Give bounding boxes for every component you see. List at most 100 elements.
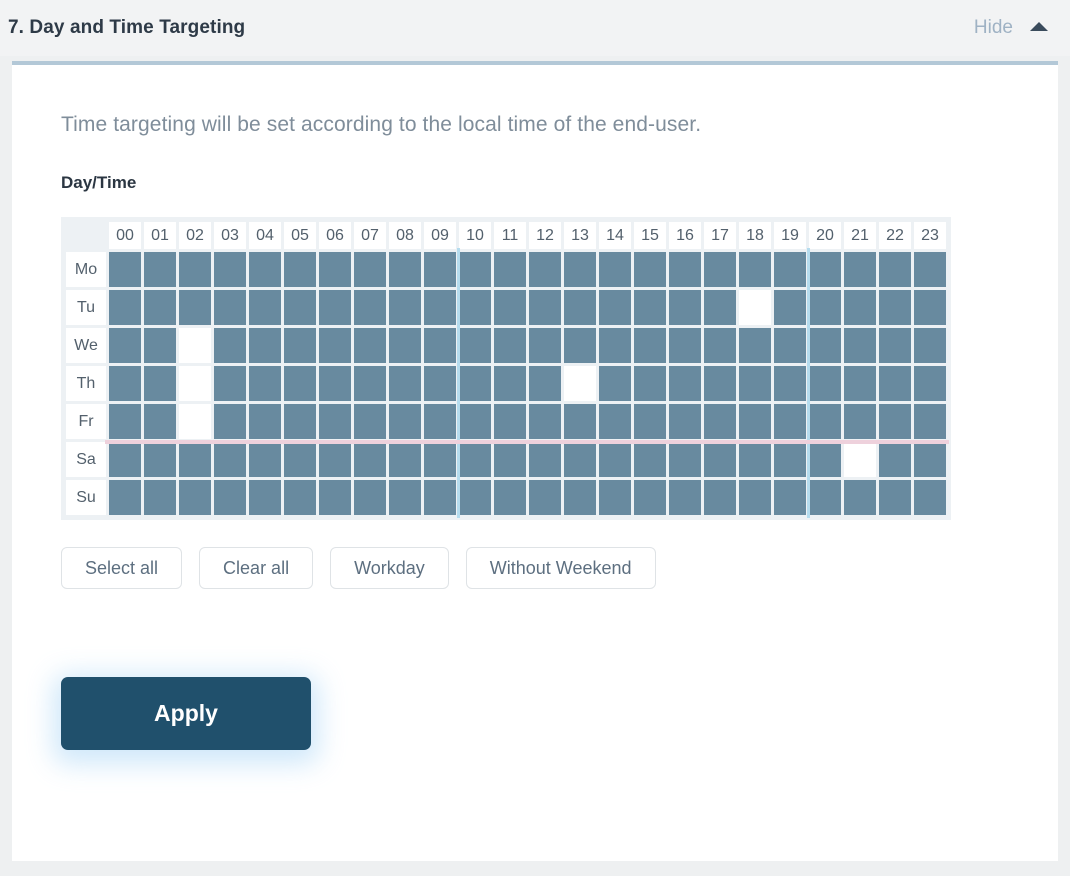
grid-cell-fr-22[interactable] (879, 404, 911, 439)
grid-cell-th-22[interactable] (879, 366, 911, 401)
grid-cell-sa-22[interactable] (879, 442, 911, 477)
grid-cell-th-13[interactable] (564, 366, 596, 401)
grid-cell-sa-09[interactable] (424, 442, 456, 477)
grid-cell-sa-17[interactable] (704, 442, 736, 477)
grid-cell-we-07[interactable] (354, 328, 386, 363)
grid-cell-tu-21[interactable] (844, 290, 876, 325)
grid-cell-su-20[interactable] (809, 480, 841, 515)
grid-cell-fr-01[interactable] (144, 404, 176, 439)
grid-cell-fr-05[interactable] (284, 404, 316, 439)
hour-header-02[interactable]: 02 (179, 222, 211, 249)
grid-cell-fr-12[interactable] (529, 404, 561, 439)
grid-cell-fr-00[interactable] (109, 404, 141, 439)
grid-cell-fr-17[interactable] (704, 404, 736, 439)
grid-cell-we-09[interactable] (424, 328, 456, 363)
grid-cell-su-03[interactable] (214, 480, 246, 515)
grid-cell-th-20[interactable] (809, 366, 841, 401)
grid-cell-tu-03[interactable] (214, 290, 246, 325)
grid-cell-mo-03[interactable] (214, 252, 246, 287)
grid-cell-fr-19[interactable] (774, 404, 806, 439)
grid-cell-tu-11[interactable] (494, 290, 526, 325)
grid-cell-th-21[interactable] (844, 366, 876, 401)
grid-cell-we-06[interactable] (319, 328, 351, 363)
grid-cell-we-21[interactable] (844, 328, 876, 363)
clear-all-button[interactable]: Clear all (199, 547, 314, 589)
hour-header-04[interactable]: 04 (249, 222, 281, 249)
grid-cell-su-22[interactable] (879, 480, 911, 515)
grid-cell-we-02[interactable] (179, 328, 211, 363)
day-time-grid-table[interactable]: 00 01 02 03 04 05 06 07 08 09 10 11 12 13 14 15 16 17 18 19… (63, 219, 949, 518)
grid-cell-we-20[interactable] (809, 328, 841, 363)
grid-cell-sa-21[interactable] (844, 442, 876, 477)
grid-cell-th-03[interactable] (214, 366, 246, 401)
hour-header-21[interactable]: 21 (844, 222, 876, 249)
grid-cell-sa-14[interactable] (599, 442, 631, 477)
hour-header-19[interactable]: 19 (774, 222, 806, 249)
day-header-mo[interactable]: Mo (66, 252, 106, 287)
grid-cell-tu-08[interactable] (389, 290, 421, 325)
grid-cell-mo-05[interactable] (284, 252, 316, 287)
grid-cell-su-18[interactable] (739, 480, 771, 515)
grid-cell-su-09[interactable] (424, 480, 456, 515)
grid-cell-tu-20[interactable] (809, 290, 841, 325)
grid-cell-fr-13[interactable] (564, 404, 596, 439)
grid-cell-th-08[interactable] (389, 366, 421, 401)
grid-cell-tu-19[interactable] (774, 290, 806, 325)
grid-cell-tu-22[interactable] (879, 290, 911, 325)
grid-cell-sa-15[interactable] (634, 442, 666, 477)
grid-cell-mo-01[interactable] (144, 252, 176, 287)
day-header-sa[interactable]: Sa (66, 442, 106, 477)
grid-cell-su-21[interactable] (844, 480, 876, 515)
grid-cell-th-23[interactable] (914, 366, 946, 401)
grid-cell-su-17[interactable] (704, 480, 736, 515)
grid-cell-tu-09[interactable] (424, 290, 456, 325)
grid-cell-we-00[interactable] (109, 328, 141, 363)
hour-header-09[interactable]: 09 (424, 222, 456, 249)
grid-cell-sa-07[interactable] (354, 442, 386, 477)
grid-cell-we-19[interactable] (774, 328, 806, 363)
grid-cell-fr-09[interactable] (424, 404, 456, 439)
hour-header-22[interactable]: 22 (879, 222, 911, 249)
grid-cell-th-12[interactable] (529, 366, 561, 401)
grid-cell-su-23[interactable] (914, 480, 946, 515)
grid-cell-mo-21[interactable] (844, 252, 876, 287)
grid-cell-tu-23[interactable] (914, 290, 946, 325)
hour-header-06[interactable]: 06 (319, 222, 351, 249)
grid-cell-we-16[interactable] (669, 328, 701, 363)
grid-cell-su-15[interactable] (634, 480, 666, 515)
grid-cell-fr-18[interactable] (739, 404, 771, 439)
grid-cell-sa-10[interactable] (459, 442, 491, 477)
grid-cell-su-11[interactable] (494, 480, 526, 515)
grid-cell-fr-08[interactable] (389, 404, 421, 439)
grid-cell-sa-23[interactable] (914, 442, 946, 477)
grid-cell-th-19[interactable] (774, 366, 806, 401)
hour-header-12[interactable]: 12 (529, 222, 561, 249)
day-header-we[interactable]: We (66, 328, 106, 363)
day-header-fr[interactable]: Fr (66, 404, 106, 439)
grid-cell-tu-06[interactable] (319, 290, 351, 325)
hour-header-23[interactable]: 23 (914, 222, 946, 249)
grid-cell-sa-04[interactable] (249, 442, 281, 477)
grid-cell-su-07[interactable] (354, 480, 386, 515)
grid-cell-we-05[interactable] (284, 328, 316, 363)
grid-cell-mo-09[interactable] (424, 252, 456, 287)
grid-cell-th-00[interactable] (109, 366, 141, 401)
hour-header-00[interactable]: 00 (109, 222, 141, 249)
grid-cell-tu-16[interactable] (669, 290, 701, 325)
hour-header-07[interactable]: 07 (354, 222, 386, 249)
grid-cell-tu-17[interactable] (704, 290, 736, 325)
grid-cell-fr-04[interactable] (249, 404, 281, 439)
grid-cell-tu-04[interactable] (249, 290, 281, 325)
grid-cell-su-00[interactable] (109, 480, 141, 515)
grid-cell-su-02[interactable] (179, 480, 211, 515)
grid-cell-fr-10[interactable] (459, 404, 491, 439)
grid-cell-th-16[interactable] (669, 366, 701, 401)
grid-cell-tu-12[interactable] (529, 290, 561, 325)
grid-cell-mo-02[interactable] (179, 252, 211, 287)
grid-cell-tu-05[interactable] (284, 290, 316, 325)
grid-cell-su-14[interactable] (599, 480, 631, 515)
grid-cell-we-22[interactable] (879, 328, 911, 363)
hour-header-15[interactable]: 15 (634, 222, 666, 249)
select-all-button[interactable]: Select all (61, 547, 183, 589)
day-header-su[interactable]: Su (66, 480, 106, 515)
